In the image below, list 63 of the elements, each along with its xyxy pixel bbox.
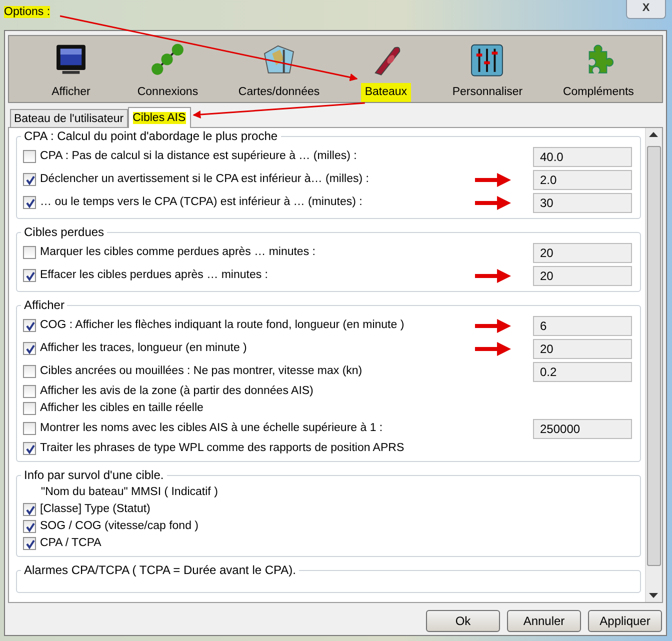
value-field[interactable]: 0.2	[533, 362, 632, 382]
option-label: "Nom du bateau" MMSI ( Indicatif )	[41, 484, 218, 500]
checkbox[interactable]	[23, 442, 36, 455]
tab[interactable]: Bateau de l'utilisateur	[10, 109, 128, 127]
option-label: Cibles ancrées ou mouillées : Ne pas montrer, vitesse max (kn)	[40, 364, 362, 379]
checkbox[interactable]	[23, 520, 36, 533]
option-label: Afficher les traces, longueur (en minute )	[40, 340, 247, 356]
option-label: Déclencher un avertissement si le CPA est inférieur à… (milles) :	[40, 172, 369, 187]
ok-button[interactable]: Ok	[426, 610, 500, 632]
checkbox[interactable]	[23, 150, 36, 163]
dialog-button[interactable]: Annuler	[507, 610, 581, 632]
checkbox[interactable]	[23, 503, 36, 516]
option-label: CPA / TCPA	[40, 536, 102, 551]
tab[interactable]: Cibles AIS	[128, 107, 191, 128]
group-title: Afficher	[21, 298, 68, 312]
option-label: CPA : Pas de calcul si la distance est supérieure à … (milles) :	[40, 148, 357, 164]
checkbox[interactable]	[23, 196, 36, 209]
checkbox[interactable]	[23, 342, 36, 355]
toolbar-item[interactable]: Bateaux	[356, 36, 416, 102]
checkbox[interactable]	[23, 422, 36, 435]
option-label: Montrer les noms avec les cibles AIS à une échelle supérieure à 1 :	[40, 420, 383, 436]
checkbox[interactable]	[23, 246, 36, 259]
dialog-button[interactable]: Appliquer	[588, 610, 662, 632]
option-label: Marquer les cibles comme perdues après … minutes :	[40, 244, 316, 260]
checkbox[interactable]	[23, 173, 36, 186]
value-field[interactable]: 250000	[533, 418, 632, 438]
scrollbar[interactable]	[645, 128, 662, 602]
window-title: Options :	[4, 6, 50, 18]
option-label: Afficher les avis de la zone (à partir des données AIS)	[40, 384, 314, 399]
option-label: Afficher les cibles en taille réelle	[40, 400, 204, 416]
checkbox[interactable]	[23, 365, 36, 378]
checkbox[interactable]	[23, 269, 36, 282]
toolbar-item[interactable]: Compléments	[558, 36, 638, 102]
option-label: Traiter les phrases de type WPL comme des rapports de position APRS	[40, 440, 404, 456]
option-label: … ou le temps vers le CPA (TCPA) est inférieur à … (minutes) :	[40, 194, 362, 210]
scroll-up-icon[interactable]	[649, 132, 658, 137]
annotation-arrow	[475, 342, 511, 356]
annotation-arrow	[475, 172, 511, 186]
checkbox[interactable]	[23, 385, 36, 398]
option-label: [Classe] Type (Statut)	[40, 502, 150, 517]
scrollbar-thumb[interactable]	[647, 146, 661, 566]
option-label: SOG / COG (vitesse/cap fond )	[40, 518, 198, 534]
checkbox[interactable]	[23, 537, 36, 550]
value-field[interactable]: 6	[533, 316, 632, 336]
value-field[interactable]: 40.0	[533, 146, 632, 166]
annotation-arrow	[475, 318, 511, 332]
toolbar-item[interactable]: Afficher	[41, 36, 101, 102]
close-button[interactable]: X	[626, 0, 666, 19]
toolbar-item[interactable]: Connexions	[133, 36, 202, 102]
value-field[interactable]: 20	[533, 266, 632, 286]
checkbox[interactable]	[23, 319, 36, 332]
value-field[interactable]: 20	[533, 338, 632, 358]
scroll-down-icon[interactable]	[649, 593, 658, 598]
value-field[interactable]: 2.0	[533, 170, 632, 190]
annotation-arrow	[475, 268, 511, 282]
value-field[interactable]: 20	[533, 242, 632, 262]
value-field[interactable]: 30	[533, 192, 632, 212]
toolbar-item[interactable]: Personnaliser	[448, 36, 527, 102]
annotation-arrow	[475, 196, 511, 210]
checkbox[interactable]	[23, 402, 36, 415]
option-label: COG : Afficher les flèches indiquant la route fond, longueur (en minute )	[40, 318, 404, 333]
option-label: Effacer les cibles perdues après … minutes :	[40, 268, 268, 283]
toolbar-item[interactable]: Cartes/données	[234, 36, 324, 102]
